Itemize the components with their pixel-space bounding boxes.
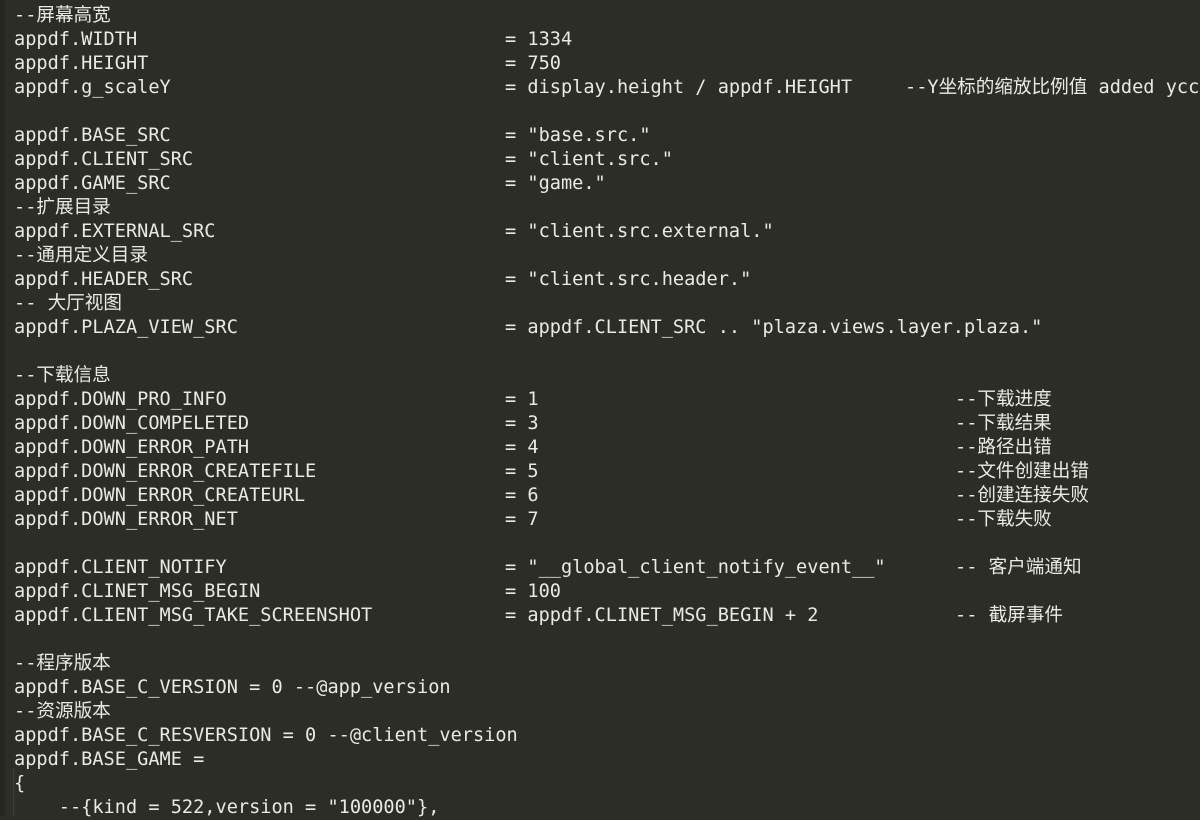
- code-line-statement[interactable]: appdf.BASE_C_RESVERSION = 0 --@client_ve…: [0, 724, 1200, 748]
- code-trailing-comment: --Y坐标的缩放比例值 added ycc: [905, 77, 1200, 98]
- code-text: --通用定义目录: [14, 245, 148, 266]
- code-identifier: appdf.WIDTH: [14, 29, 138, 50]
- code-text: appdf.BASE_C_VERSION = 0 --@app_version: [14, 677, 451, 698]
- code-value: = 3: [505, 413, 539, 434]
- code-line-assignment[interactable]: appdf.CLIENT_MSG_TAKE_SCREENSHOT = appdf.…: [0, 604, 1200, 628]
- code-text: --下载信息: [14, 365, 111, 386]
- code-identifier: appdf.DOWN_ERROR_NET: [14, 509, 238, 530]
- code-value: = 100: [505, 581, 561, 602]
- code-identifier: appdf.DOWN_ERROR_PATH: [14, 437, 250, 458]
- code-line-assignment[interactable]: appdf.EXTERNAL_SRC = "client.src.external…: [0, 220, 1200, 244]
- code-identifier: appdf.HEIGHT: [14, 53, 149, 74]
- code-line-assignment[interactable]: appdf.PLAZA_VIEW_SRC = appdf.CLIENT_SRC .…: [0, 316, 1200, 340]
- code-line-comment[interactable]: --通用定义目录: [0, 244, 1200, 268]
- code-identifier: appdf.PLAZA_VIEW_SRC: [14, 317, 238, 338]
- code-identifier: appdf.EXTERNAL_SRC: [14, 221, 216, 242]
- code-identifier: appdf.CLINET_MSG_BEGIN: [14, 581, 261, 602]
- code-line-assignment[interactable]: appdf.DOWN_ERROR_NET = 7 --下载失败: [0, 508, 1200, 532]
- code-line-comment[interactable]: --下载信息: [0, 364, 1200, 388]
- code-value: = 750: [505, 53, 561, 74]
- code-line-statement[interactable]: appdf.BASE_GAME =: [0, 748, 1200, 772]
- code-line-assignment[interactable]: appdf.CLINET_MSG_BEGIN = 100: [0, 580, 1200, 604]
- code-value: = "game.": [505, 173, 606, 194]
- code-line-assignment[interactable]: appdf.HEIGHT = 750: [0, 52, 1200, 76]
- code-content[interactable]: --屏幕高宽 appdf.WIDTH = 1334 appdf.HEIGHT = 750…: [0, 0, 1200, 818]
- code-line-assignment[interactable]: appdf.g_scaleY = display.height / appdf.H…: [0, 76, 1200, 100]
- code-line-comment[interactable]: --扩展目录: [0, 196, 1200, 220]
- code-line-assignment[interactable]: appdf.CLIENT_SRC = "client.src.": [0, 148, 1200, 172]
- code-line-assignment[interactable]: appdf.BASE_SRC = "base.src.": [0, 124, 1200, 148]
- code-identifier: appdf.DOWN_ERROR_CREATEFILE: [14, 461, 317, 482]
- code-text: --{kind = 522,version = "100000"},: [14, 797, 440, 818]
- code-identifier: appdf.BASE_SRC: [14, 125, 171, 146]
- code-value: = 7: [505, 509, 539, 530]
- code-line-assignment[interactable]: appdf.DOWN_ERROR_PATH = 4 --路径出错: [0, 436, 1200, 460]
- code-identifier: appdf.CLIENT_MSG_TAKE_SCREENSHOT: [14, 605, 373, 626]
- code-trailing-comment: --文件创建出错: [955, 461, 1089, 482]
- code-trailing-comment: --下载进度: [955, 389, 1052, 410]
- code-trailing-comment: -- 客户端通知: [955, 557, 1082, 578]
- code-value: = "client.src.external.": [505, 221, 774, 242]
- code-identifier: appdf.DOWN_ERROR_CREATEURL: [14, 485, 306, 506]
- code-identifier: appdf.CLIENT_SRC: [14, 149, 194, 170]
- code-value: = 1334: [505, 29, 573, 50]
- code-identifier: appdf.HEADER_SRC: [14, 269, 194, 290]
- code-trailing-comment: -- 截屏事件: [955, 605, 1063, 626]
- code-line-assignment[interactable]: appdf.CLIENT_NOTIFY = "__global_client_no…: [0, 556, 1200, 580]
- indent-guide-line: [13, 768, 14, 816]
- code-identifier: appdf.g_scaleY: [14, 77, 171, 98]
- code-identifier: appdf.DOWN_COMPELETED: [14, 413, 250, 434]
- code-line-assignment[interactable]: appdf.DOWN_ERROR_CREATEURL = 6 --创建连接失败: [0, 484, 1200, 508]
- code-line-assignment[interactable]: appdf.GAME_SRC = "game.": [0, 172, 1200, 196]
- code-editor[interactable]: --屏幕高宽 appdf.WIDTH = 1334 appdf.HEIGHT = 750…: [0, 0, 1200, 818]
- code-text: appdf.BASE_C_RESVERSION = 0 --@client_ve…: [14, 725, 518, 746]
- code-line-assignment[interactable]: appdf.DOWN_COMPELETED = 3 --下载结果: [0, 412, 1200, 436]
- code-value: = "base.src.": [505, 125, 651, 146]
- code-text: -- 大厅视图: [14, 293, 122, 314]
- code-identifier: appdf.CLIENT_NOTIFY: [14, 557, 227, 578]
- code-value: = "client.src.header.": [505, 269, 752, 290]
- code-line-statement[interactable]: --{kind = 522,version = "100000"},: [0, 796, 1200, 820]
- code-value: = 6: [505, 485, 539, 506]
- code-line-statement[interactable]: appdf.BASE_C_VERSION = 0 --@app_version: [0, 676, 1200, 700]
- code-value: = 4: [505, 437, 539, 458]
- code-line-assignment[interactable]: appdf.DOWN_ERROR_CREATEFILE = 5 --文件创建出错: [0, 460, 1200, 484]
- code-identifier: appdf.GAME_SRC: [14, 173, 171, 194]
- code-trailing-comment: --创建连接失败: [955, 485, 1089, 506]
- code-line-comment[interactable]: --屏幕高宽: [0, 4, 1200, 28]
- code-line-comment[interactable]: --资源版本: [0, 700, 1200, 724]
- code-identifier: appdf.DOWN_PRO_INFO: [14, 389, 227, 410]
- code-value: = appdf.CLINET_MSG_BEGIN + 2: [505, 605, 819, 626]
- code-text: --扩展目录: [14, 197, 111, 218]
- code-text: --资源版本: [14, 701, 111, 722]
- code-value: = appdf.CLIENT_SRC .. "plaza.views.layer…: [505, 317, 1043, 338]
- code-value: = 5: [505, 461, 539, 482]
- code-line-assignment[interactable]: appdf.WIDTH = 1334: [0, 28, 1200, 52]
- code-line-statement[interactable]: {: [0, 772, 1200, 796]
- code-text: appdf.BASE_GAME =: [14, 749, 205, 770]
- code-value: = "__global_client_notify_event__": [505, 557, 886, 578]
- code-line-comment[interactable]: -- 大厅视图: [0, 292, 1200, 316]
- code-trailing-comment: --下载失败: [955, 509, 1052, 530]
- code-value: = 1: [505, 389, 539, 410]
- code-value: = display.height / appdf.HEIGHT: [505, 77, 853, 98]
- code-text: {: [14, 773, 26, 794]
- code-text: --屏幕高宽: [14, 5, 111, 26]
- code-line-assignment[interactable]: appdf.DOWN_PRO_INFO = 1 --下载进度: [0, 388, 1200, 412]
- code-trailing-comment: --路径出错: [955, 437, 1052, 458]
- code-line-assignment[interactable]: appdf.HEADER_SRC = "client.src.header.": [0, 268, 1200, 292]
- code-line-comment[interactable]: --程序版本: [0, 652, 1200, 676]
- code-value: = "client.src.": [505, 149, 673, 170]
- code-trailing-comment: --下载结果: [955, 413, 1052, 434]
- code-text: --程序版本: [14, 653, 111, 674]
